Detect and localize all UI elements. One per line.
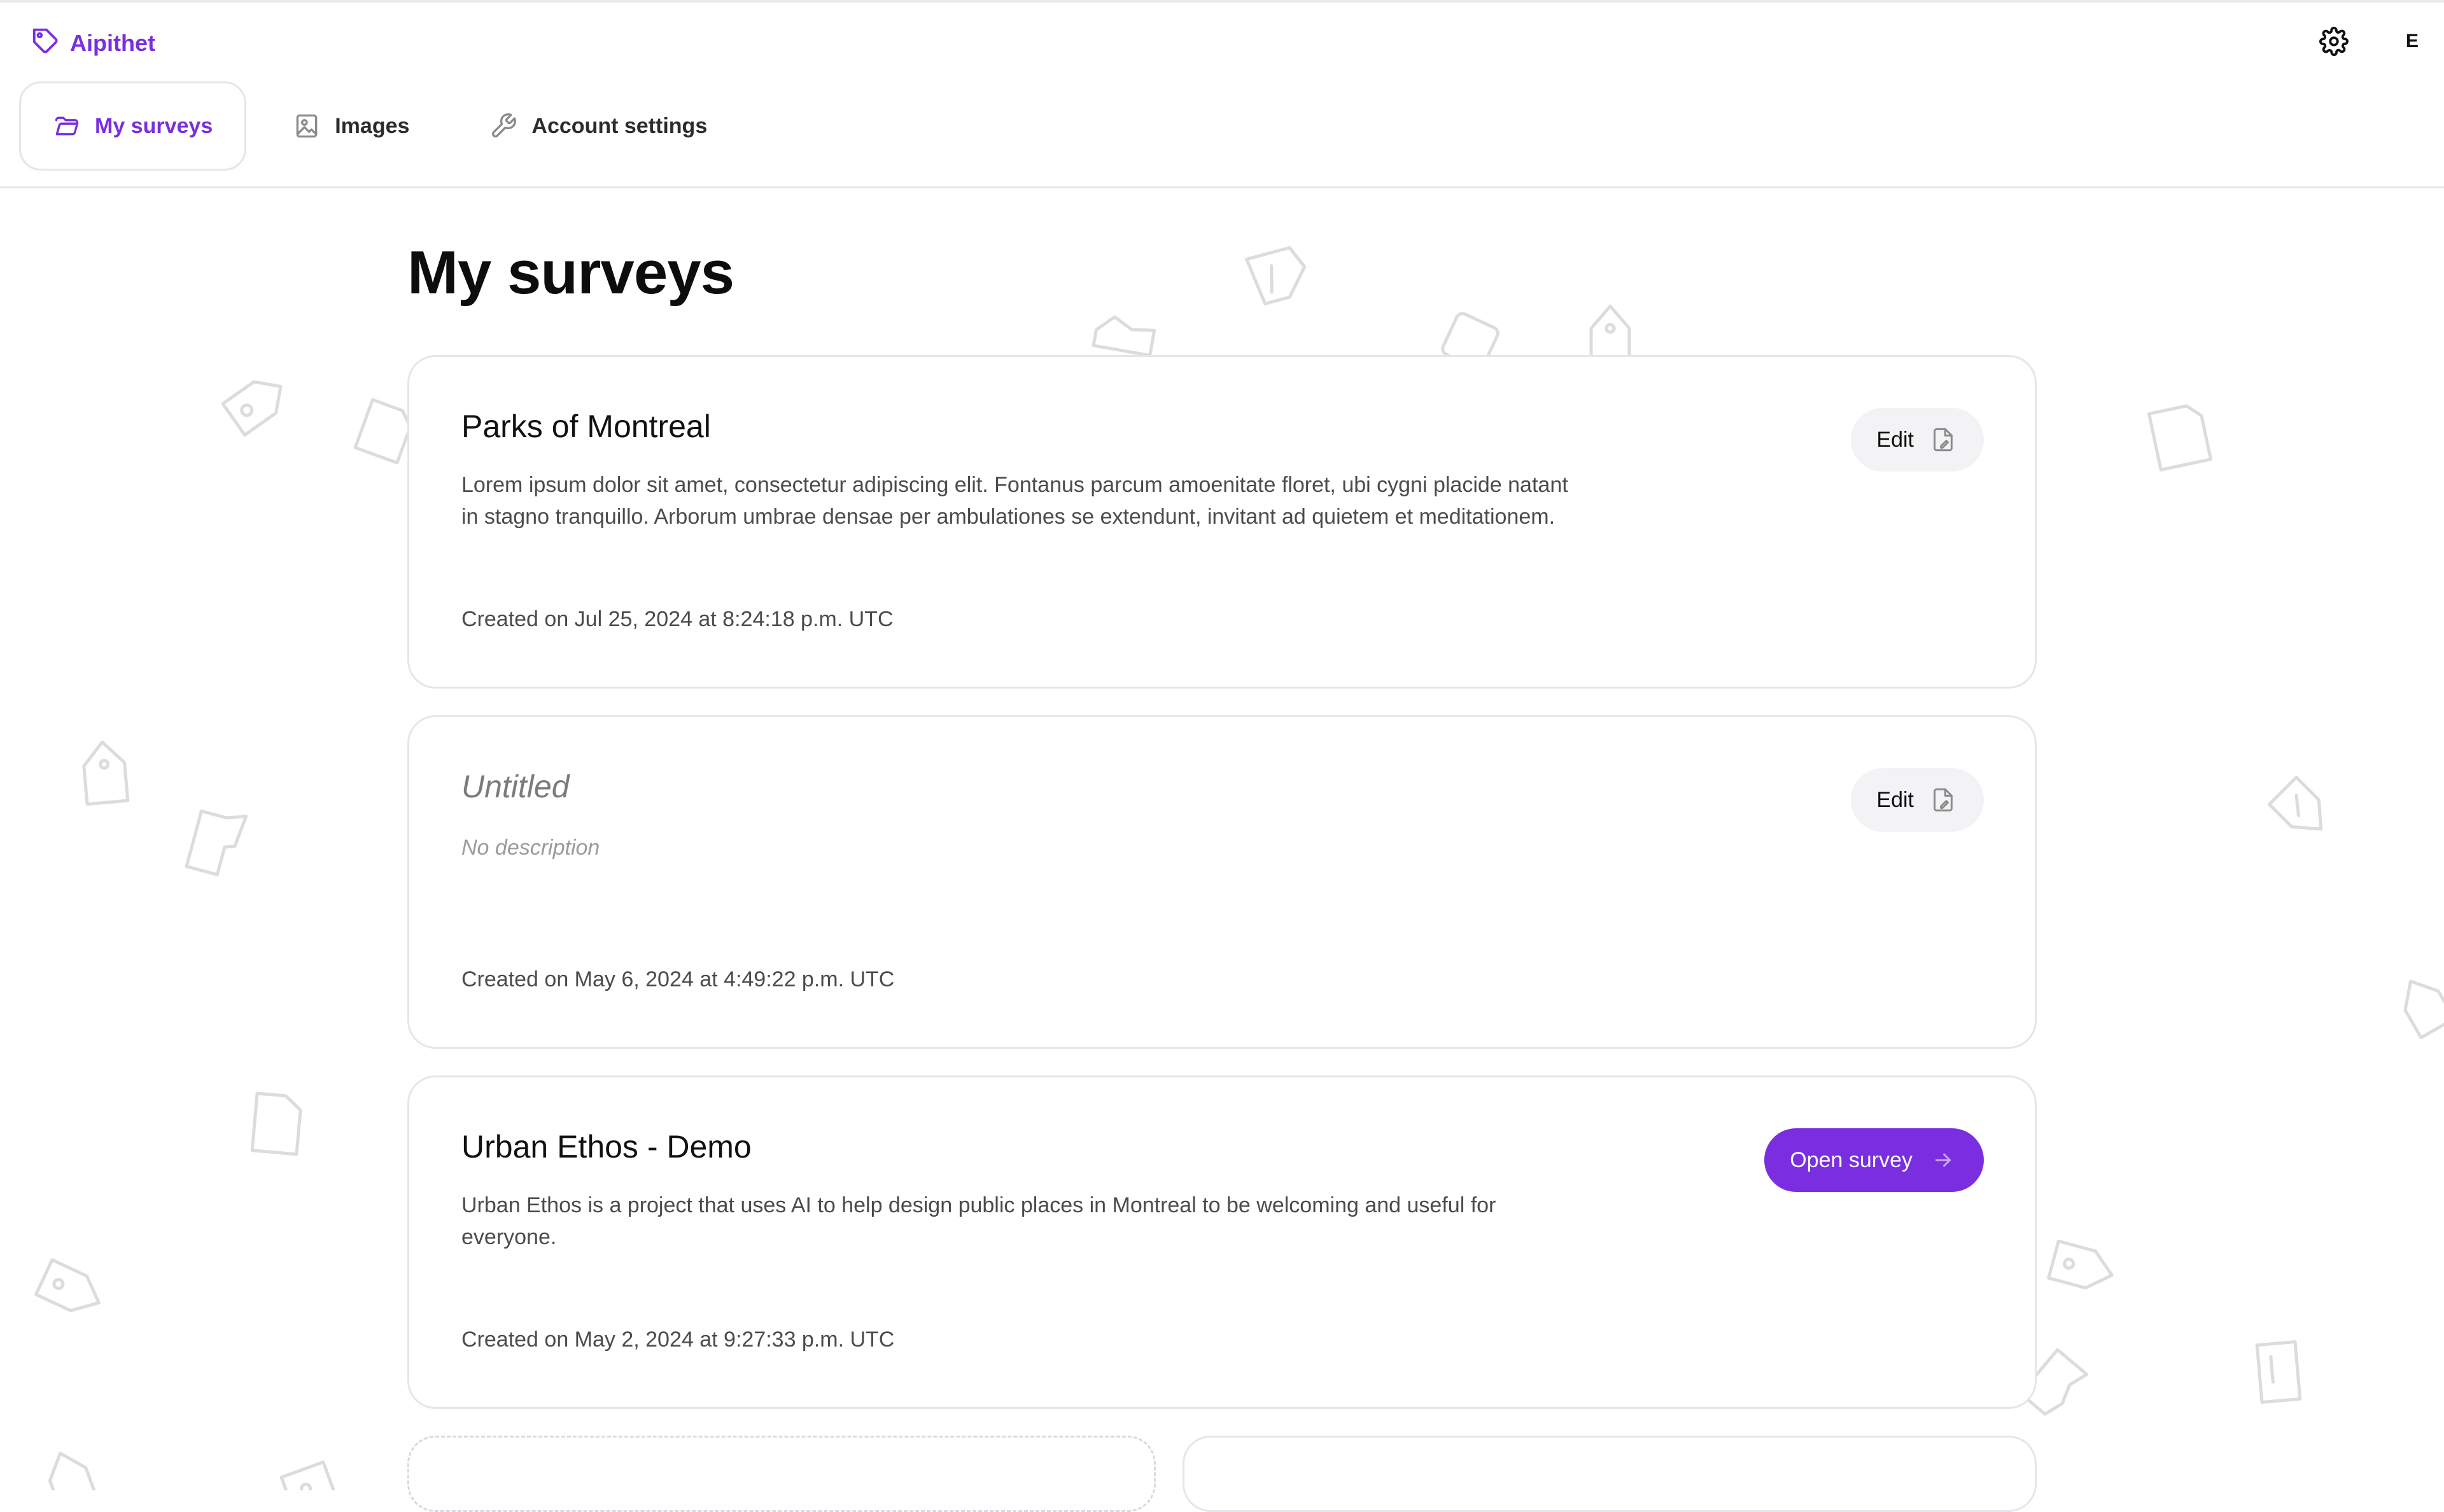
- open-survey-button[interactable]: Open survey: [1764, 1128, 1984, 1192]
- file-edit-icon: [1934, 788, 1953, 812]
- top-navigation-bar: Aipithet E My surveys Images Account set…: [0, 0, 2444, 188]
- tag-icon: [31, 26, 60, 61]
- tab-images[interactable]: Images: [259, 81, 443, 171]
- edit-button[interactable]: Edit: [1851, 408, 1984, 472]
- arrow-right-icon: [1935, 1153, 1951, 1167]
- tab-my-surveys[interactable]: My surveys: [19, 81, 247, 171]
- background-doodle: [185, 809, 248, 876]
- user-avatar[interactable]: E: [2406, 31, 2419, 52]
- file-edit-icon: [1934, 428, 1953, 452]
- brand-link[interactable]: Aipithet: [31, 28, 155, 59]
- button-label: Edit: [1876, 427, 1914, 452]
- survey-card: [1183, 1436, 2037, 1512]
- background-doodle: [250, 1091, 302, 1156]
- image-icon: [296, 114, 318, 138]
- survey-card: Untitled No description Created on May 6…: [407, 715, 2037, 1049]
- background-doodle: [2147, 404, 2212, 472]
- background-doodle: [34, 1258, 101, 1313]
- survey-title: Parks of Montreal: [461, 409, 711, 444]
- gear-icon: [2319, 27, 2349, 56]
- brand-name: Aipithet: [70, 30, 155, 56]
- survey-created-date: Created on May 2, 2024 at 9:27:33 p.m. U…: [461, 1327, 895, 1352]
- page-title: My surveys: [407, 239, 734, 307]
- background-doodle: [2047, 1239, 2114, 1290]
- tab-account-settings[interactable]: Account settings: [456, 81, 741, 171]
- survey-description: Lorem ipsum dolor sit amet, consectetur …: [461, 473, 1568, 529]
- survey-card: Urban Ethos - Demo Urban Ethos is a proj…: [407, 1075, 2037, 1409]
- survey-description: Urban Ethos is a project that uses AI to…: [461, 1193, 1496, 1249]
- background-doodle: [1245, 246, 1307, 305]
- survey-title: Urban Ethos - Demo: [461, 1129, 752, 1165]
- background-doodle: [2255, 1340, 2302, 1404]
- background-doodle: [82, 740, 130, 806]
- background-doodle: [1092, 315, 1156, 358]
- background-doodle: [353, 398, 412, 465]
- tab-label: My surveys: [95, 113, 213, 138]
- button-label: Open survey: [1790, 1147, 1913, 1172]
- settings-button[interactable]: [2319, 27, 2349, 56]
- survey-description: No description: [461, 836, 600, 860]
- wrench-icon: [492, 113, 517, 137]
- tab-label: Images: [335, 113, 410, 138]
- background-doodle: [48, 1452, 99, 1490]
- background-doodle: [1589, 304, 1631, 362]
- edit-button[interactable]: Edit: [1851, 768, 1984, 832]
- folder-icon: [55, 116, 79, 136]
- button-label: Edit: [1876, 787, 1914, 812]
- survey-title: Untitled: [461, 769, 570, 804]
- background-doodle: [2268, 776, 2323, 831]
- new-survey-card[interactable]: [407, 1436, 1156, 1512]
- main-tabs: My surveys Images Account settings: [19, 81, 741, 171]
- survey-card: Parks of Montreal Lorem ipsum dolor sit …: [407, 355, 2037, 689]
- background-doodle: [279, 1460, 338, 1490]
- background-doodle: [221, 380, 283, 437]
- tab-label: Account settings: [531, 113, 708, 138]
- survey-created-date: Created on May 6, 2024 at 4:49:22 p.m. U…: [461, 967, 895, 991]
- survey-created-date: Created on Jul 25, 2024 at 8:24:18 p.m. …: [461, 607, 894, 631]
- background-doodle: [2403, 979, 2444, 1040]
